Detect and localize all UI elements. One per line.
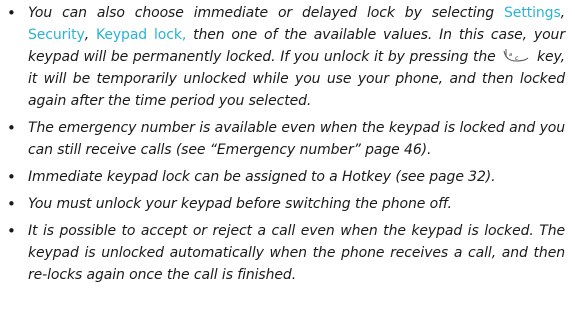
list-item: • You can also choose immediate or delay… <box>4 2 565 112</box>
list-item: • You must unlock your keypad before swi… <box>4 193 565 215</box>
bullet-dot: • <box>7 4 16 22</box>
bullet-dot: • <box>7 222 16 240</box>
bullet-dot: • <box>7 168 16 186</box>
bullet-dot: • <box>7 195 16 213</box>
bullet-text: It is possible to accept or reject a cal… <box>28 223 565 283</box>
menu-link-keypad-lock: Keypad lock, <box>95 27 187 43</box>
bullet-dot: • <box>7 119 16 137</box>
menu-link-settings: Settings <box>504 5 561 21</box>
list-item: • The emergency number is available even… <box>4 117 565 161</box>
svg-text:a: a <box>509 52 512 58</box>
clear-key-icon: ac <box>502 48 530 64</box>
list-item: • Immediate keypad lock can be assigned … <box>4 166 565 188</box>
bullet-text: You must unlock your keypad before switc… <box>28 196 452 212</box>
bullet-list: • You can also choose immediate or delay… <box>4 2 565 286</box>
bullet-text: You can also choose immediate or delayed… <box>28 2 565 112</box>
bullet-text: The emergency number is available even w… <box>28 120 565 158</box>
bullet-text: Immediate keypad lock can be assigned to… <box>28 169 496 185</box>
manual-page: • You can also choose immediate or delay… <box>0 0 575 330</box>
separator: , <box>560 5 565 21</box>
menu-link-security: Security <box>28 27 85 43</box>
list-item: • It is possible to accept or reject a c… <box>4 220 565 286</box>
separator: , <box>84 27 96 43</box>
text-run: You can also choose immediate or delayed… <box>28 5 505 21</box>
